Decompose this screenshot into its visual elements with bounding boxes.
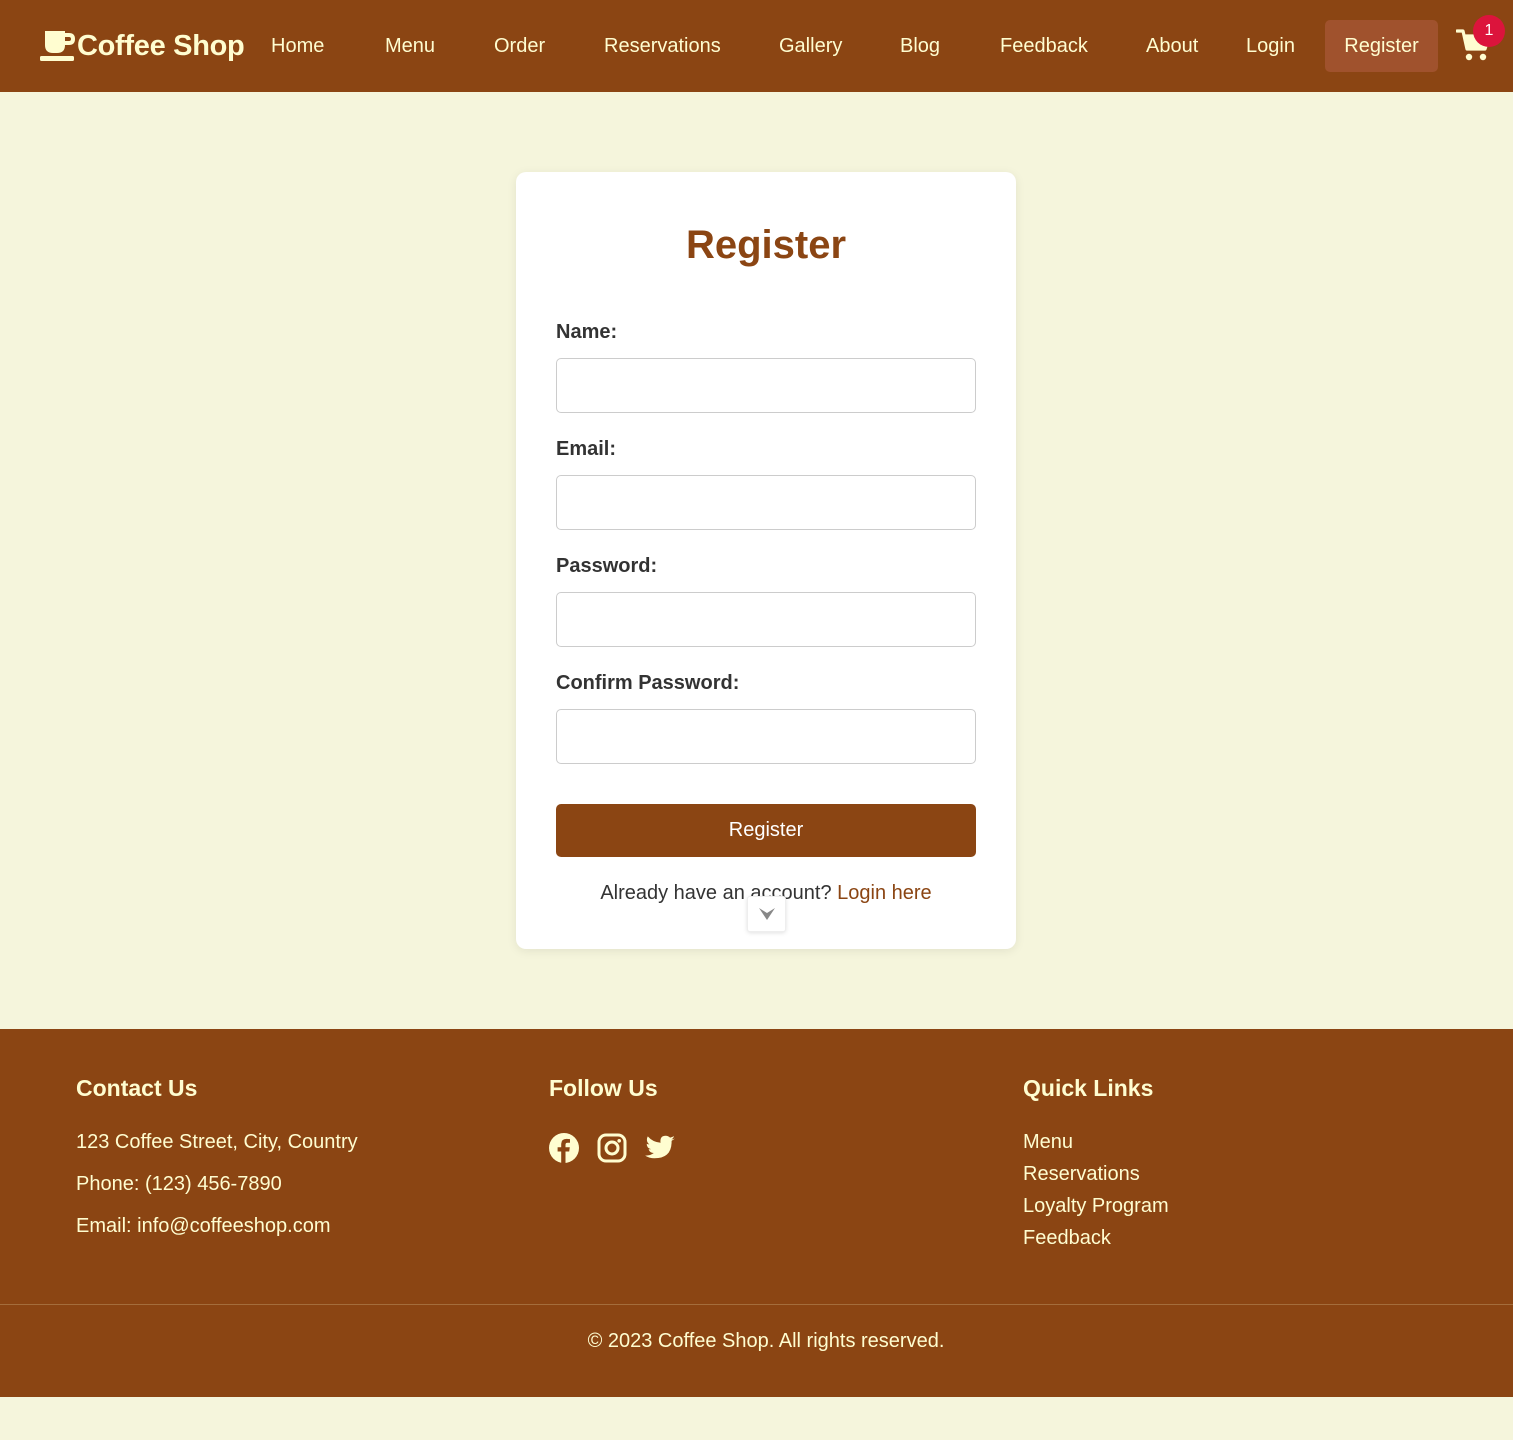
chevron-down-icon — [758, 908, 775, 920]
quick-link-loyalty-program[interactable]: Loyalty Program — [1023, 1194, 1169, 1218]
quick-link-menu[interactable]: Menu — [1023, 1130, 1073, 1154]
nav-about[interactable]: About — [1146, 33, 1198, 59]
site-header: Coffee Shop Home Menu Order Reservations… — [0, 0, 1513, 92]
nav-order[interactable]: Order — [494, 33, 545, 59]
quick-link-feedback[interactable]: Feedback — [1023, 1226, 1111, 1250]
brand-logo-link[interactable]: Coffee Shop — [40, 22, 245, 70]
nav-reservations[interactable]: Reservations — [604, 33, 721, 59]
cart-count-badge: 1 — [1473, 15, 1505, 47]
copyright-text: © 2023 Coffee Shop. All rights reserved. — [587, 1330, 945, 1352]
register-title: Register — [685, 223, 847, 267]
contact-email: Email: info@coffeeshop.com — [76, 1215, 331, 1237]
contact-address: 123 Coffee Street, City, Country — [76, 1131, 358, 1153]
twitter-icon[interactable] — [644, 1132, 676, 1164]
login-prompt-text: Already have an account? — [600, 882, 832, 904]
contact-heading: Contact Us — [76, 1075, 198, 1101]
scroll-down-button[interactable] — [747, 896, 786, 932]
quick-links-heading: Quick Links — [1023, 1075, 1154, 1101]
nav-home[interactable]: Home — [271, 33, 324, 59]
coffee-cup-icon — [40, 31, 75, 61]
confirm-password-input[interactable] — [556, 709, 976, 764]
register-submit-button[interactable]: Register — [556, 804, 976, 857]
quick-link-reservations[interactable]: Reservations — [1023, 1162, 1140, 1186]
facebook-icon[interactable] — [548, 1132, 580, 1164]
instagram-icon[interactable] — [596, 1132, 628, 1164]
nav-login[interactable]: Login — [1246, 33, 1295, 59]
nav-gallery[interactable]: Gallery — [779, 33, 842, 59]
confirm-password-label: Confirm Password: — [556, 672, 740, 694]
nav-menu[interactable]: Menu — [385, 33, 435, 59]
password-input[interactable] — [556, 592, 976, 647]
email-label: Email: — [556, 438, 617, 460]
name-input[interactable] — [556, 358, 976, 413]
footer-divider — [0, 1304, 1513, 1305]
email-input[interactable] — [556, 475, 976, 530]
nav-feedback[interactable]: Feedback — [1000, 33, 1088, 59]
name-label: Name: — [556, 321, 618, 343]
nav-blog[interactable]: Blog — [900, 33, 940, 59]
contact-phone: Phone: (123) 456-7890 — [76, 1173, 282, 1195]
login-here-link[interactable]: Login here — [837, 882, 932, 904]
password-label: Password: — [556, 555, 658, 577]
follow-heading: Follow Us — [549, 1075, 658, 1101]
nav-register-button[interactable]: Register — [1325, 20, 1438, 72]
brand-name: Coffee Shop — [77, 29, 245, 62]
